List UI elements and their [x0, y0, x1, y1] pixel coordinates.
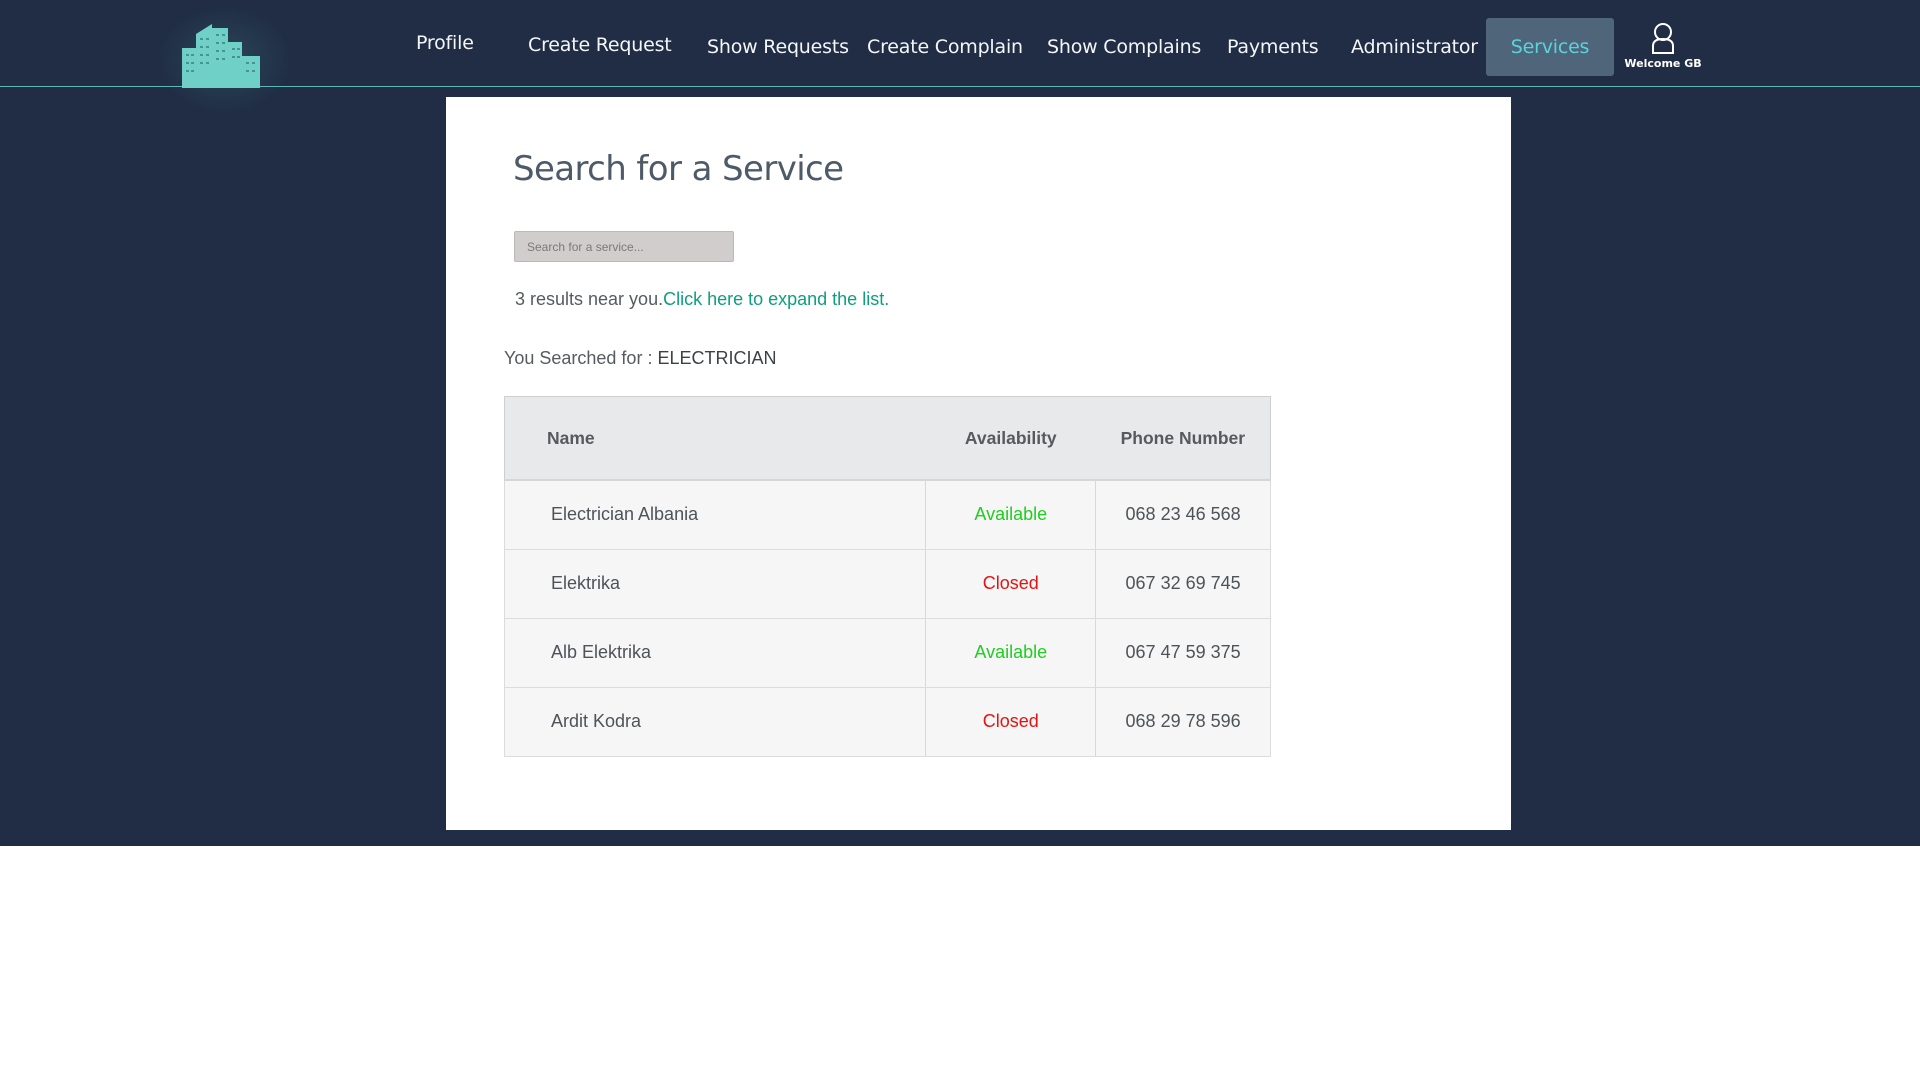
table-row[interactable]: Elektrika Closed 067 32 69 745 [503, 549, 1271, 619]
page-title: Search for a Service [513, 149, 844, 189]
nav-payments[interactable]: Payments [1227, 36, 1319, 58]
column-header-phone[interactable]: Phone Number [1095, 396, 1271, 481]
user-menu[interactable]: Welcome GB [1620, 22, 1706, 70]
buildings-logo-icon[interactable] [178, 18, 268, 88]
availability-status: Closed [925, 549, 1097, 619]
nav-show-requests[interactable]: Show Requests [707, 36, 849, 58]
user-icon [1652, 23, 1674, 54]
nav-administrator[interactable]: Administrator [1351, 36, 1478, 58]
table-row[interactable]: Alb Elektrika Available 067 47 59 375 [503, 618, 1271, 688]
phone-number: 068 23 46 568 [1095, 480, 1271, 550]
service-name: Elektrika [503, 549, 927, 619]
nav-create-request[interactable]: Create Request [528, 34, 672, 56]
phone-number: 068 29 78 596 [1095, 687, 1271, 757]
top-navigation-bar: Profile Create Request Show Requests Cre… [0, 0, 1920, 120]
column-header-availability[interactable]: Availability [925, 396, 1096, 481]
nav-services[interactable]: Services [1486, 18, 1614, 76]
phone-number: 067 47 59 375 [1095, 618, 1271, 688]
searched-label: You Searched for : [504, 348, 658, 368]
welcome-label: Welcome GB [1624, 57, 1702, 70]
service-name: Alb Elektrika [503, 618, 927, 688]
services-card: Search for a Service 3 results near you.… [446, 97, 1511, 830]
service-name: Electrician Albania [503, 480, 927, 550]
results-table: Name Availability Phone Number Electrici… [503, 396, 1271, 757]
expand-list-link[interactable]: Click here to expand the list. [663, 289, 889, 309]
column-header-name[interactable]: Name [503, 396, 926, 481]
results-count-text: 3 results near you. [515, 289, 664, 309]
nav-create-complain[interactable]: Create Complain [867, 36, 1023, 58]
app-root: Profile Create Request Show Requests Cre… [0, 0, 1920, 846]
results-summary: 3 results near you.Click here to expand … [515, 289, 889, 310]
table-header-row: Name Availability Phone Number [503, 396, 1271, 481]
table-row[interactable]: Ardit Kodra Closed 068 29 78 596 [503, 687, 1271, 757]
nav-show-complains[interactable]: Show Complains [1047, 36, 1201, 58]
table-row[interactable]: Electrician Albania Available 068 23 46 … [503, 480, 1271, 550]
availability-status: Available [925, 618, 1097, 688]
service-name: Ardit Kodra [503, 687, 927, 757]
phone-number: 067 32 69 745 [1095, 549, 1271, 619]
searched-term: ELECTRICIAN [657, 348, 777, 368]
search-query-summary: You Searched for : ELECTRICIAN [504, 348, 776, 369]
availability-status: Closed [925, 687, 1097, 757]
nav-profile[interactable]: Profile [416, 32, 474, 54]
service-search-input[interactable] [514, 231, 734, 262]
availability-status: Available [925, 480, 1097, 550]
